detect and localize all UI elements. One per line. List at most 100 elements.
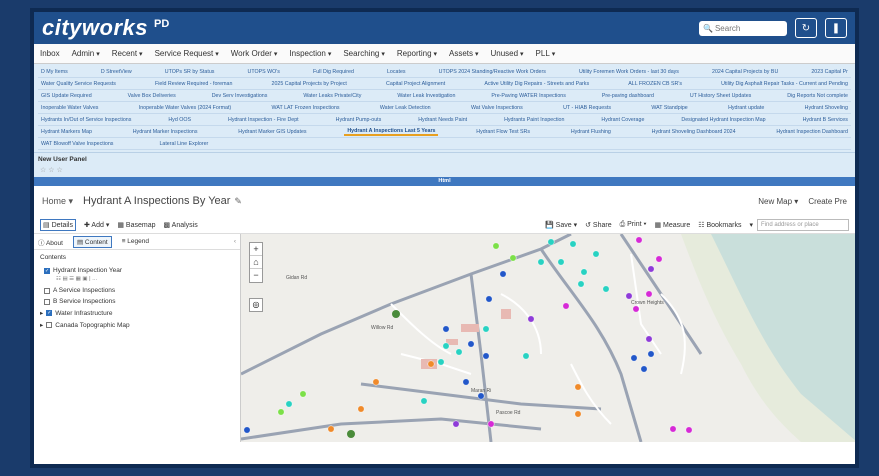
tab-about[interactable]: ⓘ About	[38, 237, 63, 247]
layer-tools-icons[interactable]: ☷ ▤ ☰ ▦ ▣ | …	[34, 276, 240, 285]
quick-link-tile[interactable]: Pre-Paving WATER Inspections	[488, 93, 568, 99]
quick-link-tile[interactable]: Hydrant Shoveling Dashboard 2024	[649, 129, 739, 135]
quick-link-tile[interactable]: Inoperable Water Valves (2024 Format)	[136, 105, 234, 111]
menu-item-work-order[interactable]: Work Order	[231, 49, 278, 58]
expand-icon[interactable]: ▸	[40, 321, 43, 329]
quick-link-tile[interactable]: Hydrant Coverage	[598, 117, 647, 123]
quick-link-tile[interactable]: Full Dig Required	[310, 69, 357, 75]
edit-icon[interactable]: ✎	[234, 196, 242, 207]
bookmarks-button[interactable]: ☷ Bookmarks	[698, 221, 741, 229]
quick-link-tile[interactable]: Hydrant Pump-outs	[333, 117, 385, 123]
quick-link-tile[interactable]: Hydrant A Inspections Last 5 Years	[344, 128, 439, 136]
quick-link-tile[interactable]: Hydrant Shoveling	[802, 105, 851, 111]
quick-link-tile[interactable]: 2023 Capital Pr	[808, 69, 851, 75]
layer-checkbox[interactable]: ✓	[44, 267, 50, 274]
quick-link-tile[interactable]: Dev Serv Investigations	[209, 93, 271, 99]
quick-link-tile[interactable]: Wat Valve Inspections	[468, 105, 526, 111]
quick-link-tile[interactable]: Field Review Required - foreman	[152, 81, 235, 87]
quick-link-tile[interactable]: WAT Standpipe	[648, 105, 690, 111]
quick-link-tile[interactable]: Hyd OOS	[165, 117, 194, 123]
quick-link-tile[interactable]: UT History Sheet Updates	[687, 93, 754, 99]
search-box[interactable]: 🔍	[699, 20, 787, 36]
layer-item[interactable]: ▸ Canada Topographic Map	[34, 319, 240, 331]
zoom-in-button[interactable]: +	[250, 243, 262, 256]
quick-link-tile[interactable]: UTOPs SR by Status	[162, 69, 218, 75]
quick-link-tile[interactable]: GIS Update Required	[38, 93, 95, 99]
menu-item-pll[interactable]: PLL	[536, 49, 556, 58]
user-icon[interactable]: ❚	[825, 18, 847, 38]
menu-item-inbox[interactable]: Inbox	[40, 49, 60, 58]
quick-link-tile[interactable]: Hydrants Paint Inspection	[501, 117, 567, 123]
analysis-button[interactable]: ▩ Analysis	[163, 221, 197, 229]
details-button[interactable]: ▤ Details	[40, 218, 76, 231]
refresh-icon[interactable]: ↻	[795, 18, 817, 38]
zoom-out-button[interactable]: −	[250, 269, 262, 282]
layer-checkbox[interactable]	[44, 287, 50, 294]
quick-link-tile[interactable]: UT - HIAB Requests	[560, 105, 614, 111]
quick-link-tile[interactable]: Hydrants In/Out of Service Inspections	[38, 117, 134, 123]
home-extent-icon[interactable]: ⌂	[250, 256, 262, 269]
menu-item-unused[interactable]: Unused	[490, 49, 523, 58]
quick-link-tile[interactable]: Water Leak Investigation	[394, 93, 458, 99]
quick-link-tile[interactable]: Hydrant Needs Paint	[415, 117, 470, 123]
layer-item[interactable]: A Service Inspections	[34, 285, 240, 296]
app-logo[interactable]: cityworks	[42, 15, 148, 41]
map-svg[interactable]: Crown HeightsGidan RdWillow RdMaran RiPa…	[241, 234, 855, 442]
find-dropdown-icon[interactable]: ▾	[749, 221, 753, 229]
menu-item-assets[interactable]: Assets	[449, 49, 478, 58]
layer-checkbox[interactable]	[46, 322, 53, 328]
menu-item-inspection[interactable]: Inspection	[289, 49, 331, 58]
quick-link-tile[interactable]: Lateral Line Explorer	[156, 141, 211, 147]
quick-link-tile[interactable]: Utility Dig Asphalt Repair Tasks - Curre…	[718, 81, 851, 87]
quick-link-tile[interactable]: Active Utility Dig Repairs - Streets and…	[481, 81, 592, 87]
quick-link-tile[interactable]: Dig Reports Not complete	[784, 93, 851, 99]
collapse-icon[interactable]: ‹	[234, 238, 236, 245]
quick-link-tile[interactable]: Water Quality Service Requests	[38, 81, 119, 87]
menu-item-service-request[interactable]: Service Request	[155, 49, 219, 58]
menu-item-reporting[interactable]: Reporting	[397, 49, 437, 58]
search-input[interactable]	[714, 23, 783, 33]
quick-link-tile[interactable]: Hydrant Markers Map	[38, 129, 95, 135]
quick-link-tile[interactable]: WAT Blowoff Valve Inspections	[38, 141, 116, 147]
basemap-button[interactable]: ▦ Basemap	[117, 221, 155, 229]
quick-link-tile[interactable]: Water Leaks Private/City	[300, 93, 364, 99]
quick-link-tile[interactable]: Utility Foremen Work Orders - last 30 da…	[576, 69, 682, 75]
quick-link-tile[interactable]: Designated Hydrant Inspection Map	[678, 117, 768, 123]
quick-link-tile[interactable]: Capital Project Alignment	[383, 81, 448, 87]
quick-link-tile[interactable]: UTOPS 2024 Standing/Reactive Work Orders	[436, 69, 549, 75]
new-map-button[interactable]: New Map ▾	[758, 197, 798, 206]
map-canvas[interactable]: Crown Heights Gidan Rd Willow Rd Maran Ri Pa…	[241, 234, 855, 442]
quick-link-tile[interactable]: Hydrant Inspection - Fire Dept	[225, 117, 302, 123]
quick-link-tile[interactable]: Hydrant Marker Inspections	[130, 129, 201, 135]
measure-button[interactable]: ▦ Measure	[654, 221, 690, 229]
create-presentation-button[interactable]: Create Pre	[808, 197, 847, 206]
rating-stars[interactable]: ☆ ☆ ☆	[34, 165, 855, 177]
quick-link-tile[interactable]: Hydrant Flow Test SRs	[473, 129, 533, 135]
quick-link-tile[interactable]: WAT LAT Frozen Inspections	[269, 105, 343, 111]
menu-item-recent[interactable]: Recent	[112, 49, 143, 58]
quick-link-tile[interactable]: Locates	[384, 69, 409, 75]
quick-link-tile[interactable]: Hydrant Flushing	[568, 129, 614, 135]
share-button[interactable]: ↺ Share	[585, 221, 612, 229]
layer-item[interactable]: ✓ Hydrant Inspection Year	[34, 265, 240, 276]
add-button[interactable]: ✚ Add ▾	[84, 221, 109, 229]
quick-link-tile[interactable]: Hydrant Marker GIS Updates	[235, 129, 309, 135]
quick-link-tile[interactable]: D StreetView	[98, 69, 135, 75]
menu-item-searching[interactable]: Searching	[343, 49, 385, 58]
layer-item[interactable]: B Service Inspections	[34, 296, 240, 307]
home-link[interactable]: Home ▾	[42, 196, 73, 207]
quick-link-tile[interactable]: Water Leak Detection	[377, 105, 434, 111]
find-address-input[interactable]: Find address or place	[757, 218, 849, 231]
locate-icon[interactable]: ◎	[249, 298, 263, 312]
quick-link-tile[interactable]: Hydrant Inspection Dashboard	[773, 129, 851, 135]
quick-link-tile[interactable]: Hydrant B Services	[800, 117, 851, 123]
layer-checkbox[interactable]: ✓	[46, 310, 53, 316]
menu-item-admin[interactable]: Admin	[72, 49, 100, 58]
quick-link-tile[interactable]: D My Items	[38, 69, 71, 75]
quick-link-tile[interactable]: 2024 Capital Projects by BU	[709, 69, 781, 75]
quick-link-tile[interactable]: Pre-paving dashboard	[599, 93, 657, 99]
layer-item[interactable]: ▸ ✓ Water Infrastructure	[34, 307, 240, 319]
tab-legend[interactable]: ≡ Legend	[122, 238, 149, 245]
quick-link-tile[interactable]: Hydrant update	[725, 105, 767, 111]
expand-icon[interactable]: ▸	[40, 309, 43, 317]
